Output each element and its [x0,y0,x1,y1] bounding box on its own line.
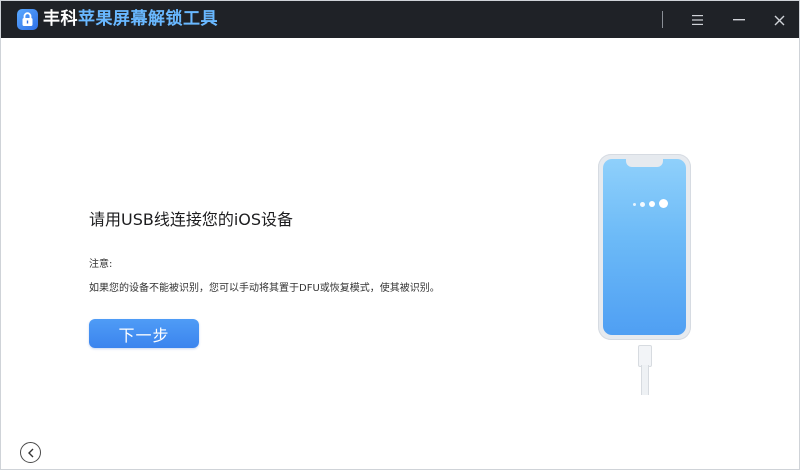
phone-notch [626,159,663,167]
app-title: 丰科苹果屏幕解锁工具 [43,9,218,30]
lock-icon [17,9,38,30]
loading-dot-2 [640,202,645,207]
titlebar-divider [662,11,663,28]
chevron-left-icon [27,448,33,457]
app-title-product: 苹果屏幕解锁工具 [78,9,218,29]
menu-icon [691,15,703,25]
minimize-icon [733,19,745,21]
app-window: 丰科苹果屏幕解锁工具 请用USB线连接您的iOS设备 注意: 如果您的设备不能被… [0,0,800,470]
app-title-brand: 丰科 [43,9,78,29]
close-icon [774,15,784,25]
phone-illustration [598,154,691,340]
next-step-button[interactable]: 下一步 [89,319,199,348]
note-label: 注意: [89,259,113,270]
loading-dot-3 [649,201,655,207]
loading-dot-1 [633,203,636,206]
phone-screen [603,159,686,335]
minimize-button[interactable] [726,7,752,33]
back-button[interactable] [20,442,41,463]
close-button[interactable] [766,7,792,33]
note-text: 如果您的设备不能被识别，您可以手动将其置于DFU或恢复模式，使其被识别。 [89,283,440,294]
page-heading: 请用USB线连接您的iOS设备 [89,210,294,229]
usb-cable [641,365,649,395]
usb-connector [638,345,652,367]
title-bar: 丰科苹果屏幕解锁工具 [1,1,799,38]
loading-dot-4 [659,199,668,208]
menu-button[interactable] [684,7,710,33]
